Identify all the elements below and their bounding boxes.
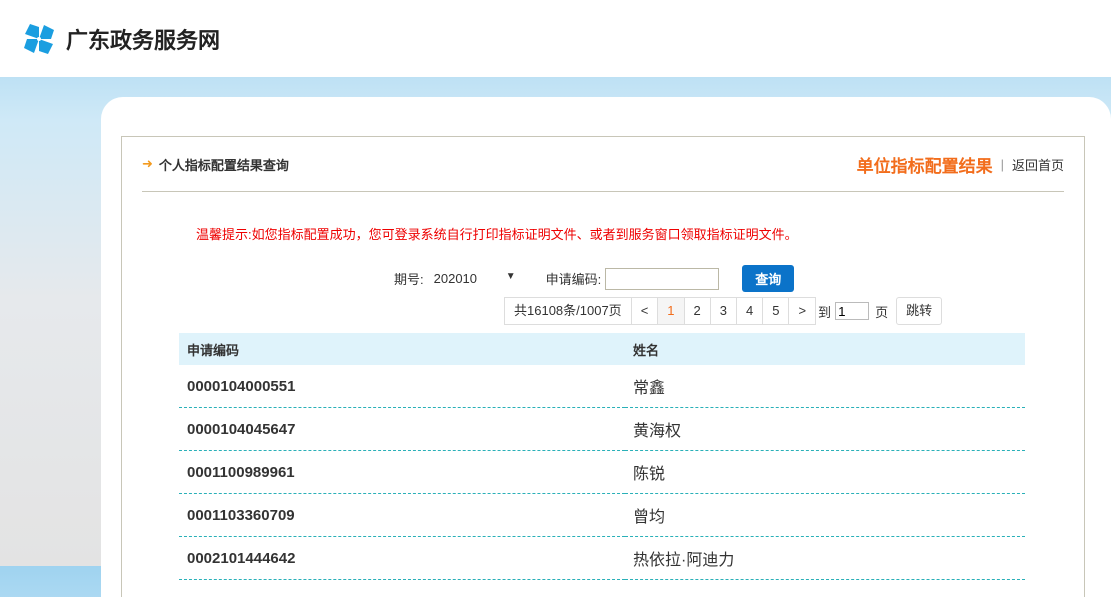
main-panel: ➜ 个人指标配置结果查询 单位指标配置结果 | 返回首页 温馨提示:如您指标配置…	[101, 97, 1111, 597]
title-bar: ➜ 个人指标配置结果查询 单位指标配置结果 | 返回首页	[142, 137, 1064, 192]
separator: |	[1000, 156, 1004, 172]
page-2[interactable]: 2	[683, 297, 711, 325]
table-row: 0001103360709 曾均	[179, 493, 1025, 537]
cell-code: 0001103360709	[179, 493, 625, 537]
page-unit: 页	[875, 304, 889, 320]
page-1[interactable]: 1	[657, 297, 685, 325]
results-table: 申请编码 姓名 0000104000551 常鑫 0000104045647 黄海权 …	[179, 333, 1025, 580]
query-form: 期号: 202010 ▼ 申请编码: 查询	[394, 265, 795, 292]
cell-code: 0000104045647	[179, 407, 625, 451]
cell-name: 陈锐	[625, 450, 1025, 494]
logo-icon	[24, 23, 54, 54]
home-link[interactable]: 返回首页	[1012, 155, 1064, 174]
period-label: 期号:	[394, 272, 424, 287]
cell-code: 0001100989961	[179, 450, 625, 494]
search-button[interactable]: 查询	[742, 265, 795, 292]
cell-code: 0000104000551	[179, 365, 625, 408]
table-row: 0000104000551 常鑫	[179, 365, 1025, 408]
pager-summary: 共16108条/1007页	[504, 297, 632, 325]
pagination: 共16108条/1007页 < 1 2 3 4 5 > 到 页 跳转	[504, 297, 943, 325]
unit-result-link[interactable]: 单位指标配置结果	[857, 152, 993, 177]
period-value: 202010	[433, 271, 478, 286]
cell-name: 常鑫	[625, 365, 1025, 408]
cell-name: 黄海权	[625, 407, 1025, 451]
code-input[interactable]	[605, 267, 720, 290]
jump-button[interactable]: 跳转	[896, 297, 943, 325]
tip-text: 温馨提示:如您指标配置成功，您可登录系统自行打印指标证明文件、或者到服务窗口领取…	[196, 227, 798, 242]
page-5[interactable]: 5	[762, 297, 790, 325]
site-title: 广东政务服务网	[66, 27, 221, 53]
header-name: 姓名	[625, 333, 1025, 365]
header-code: 申请编码	[179, 333, 625, 365]
page-title: 个人指标配置结果查询	[158, 157, 289, 173]
code-label: 申请编码:	[545, 272, 602, 287]
cell-name: 曾均	[625, 493, 1025, 537]
table-row: 0002101444642 热依拉·阿迪力	[179, 536, 1025, 580]
cell-code: 0002101444642	[179, 536, 625, 580]
next-page-button[interactable]: >	[788, 297, 817, 325]
cell-name: 热依拉·阿迪力	[625, 536, 1025, 580]
content-box: ➜ 个人指标配置结果查询 单位指标配置结果 | 返回首页 温馨提示:如您指标配置…	[121, 136, 1085, 597]
goto-page-input[interactable]	[835, 302, 870, 320]
arrow-icon: ➜	[142, 156, 153, 171]
table-row: 0001100989961 陈锐	[179, 450, 1025, 494]
prev-page-button[interactable]: <	[630, 297, 659, 325]
goto-label: 到	[818, 304, 832, 320]
page-4[interactable]: 4	[735, 297, 764, 325]
dropdown-arrow-icon: ▼	[505, 271, 516, 282]
table-row: 0000104045647 黄海权	[179, 407, 1025, 451]
table-header: 申请编码 姓名	[179, 333, 1025, 365]
header: 广东政务服务网	[0, 0, 1111, 77]
period-select[interactable]: 202010 ▼	[434, 271, 516, 286]
page-3[interactable]: 3	[709, 297, 737, 325]
